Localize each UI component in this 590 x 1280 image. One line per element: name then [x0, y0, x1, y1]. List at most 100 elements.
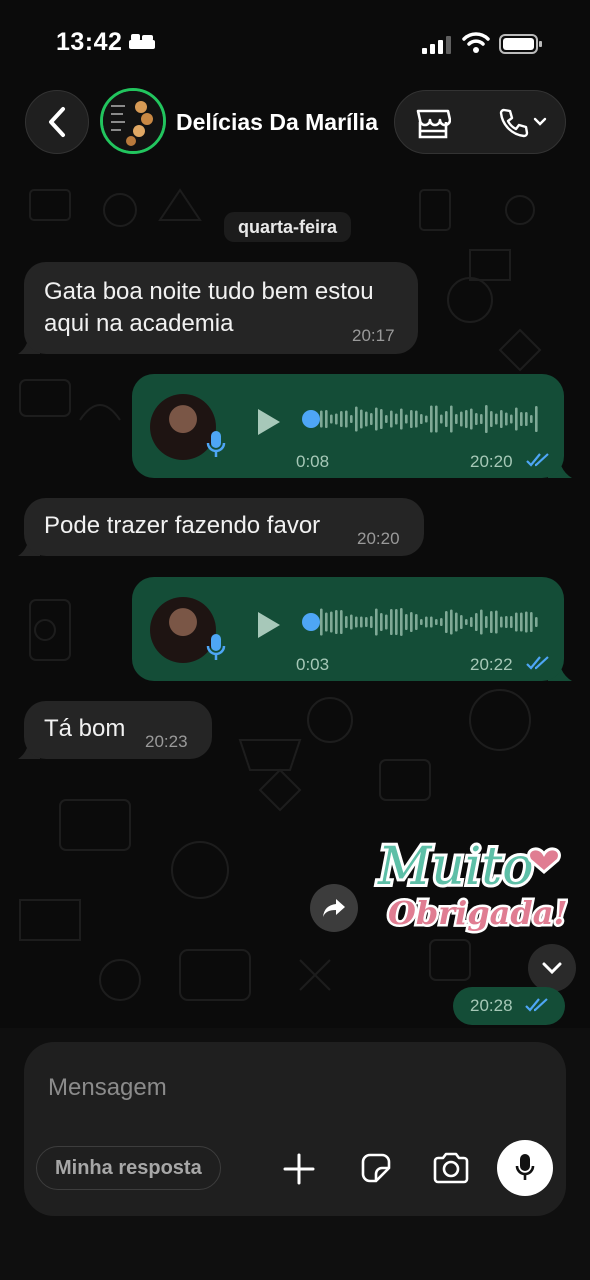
sticker-muito-obrigada[interactable]: Muito Obrigada!: [372, 826, 568, 946]
phone-icon[interactable]: [497, 107, 529, 139]
forward-button[interactable]: [310, 884, 358, 932]
waveform-bar: [525, 412, 528, 426]
chevron-down-icon[interactable]: [533, 117, 547, 127]
playback-position[interactable]: [302, 613, 320, 631]
waveform-bar: [385, 614, 388, 630]
day-separator: quarta-feira: [224, 212, 352, 242]
camera-icon[interactable]: [432, 1152, 470, 1184]
message-incoming[interactable]: Gata boa noite tudo bem estou aqui na ac…: [24, 262, 418, 354]
quick-reply-button[interactable]: Minha resposta: [36, 1146, 221, 1190]
waveform-bar: [405, 614, 408, 630]
message-incoming[interactable]: Pode trazer fazendo favor 20:20: [24, 498, 424, 556]
waveform-bar: [430, 616, 433, 628]
wifi-icon: [462, 32, 490, 53]
waveform-bar: [345, 616, 348, 628]
mic-icon: [206, 634, 226, 660]
chevron-left-icon: [49, 107, 65, 137]
sticker-word-2: Obrigada!: [388, 894, 568, 932]
voice-duration: 0:08: [296, 452, 330, 471]
back-button[interactable]: [25, 90, 89, 154]
waveform-bar: [460, 411, 463, 427]
waveform-bar: [350, 415, 353, 423]
waveform-bar: [375, 608, 378, 636]
waveform[interactable]: [320, 607, 542, 637]
waveform-bar: [475, 413, 478, 425]
waveform-bar: [500, 410, 503, 428]
header-actions: [394, 90, 566, 154]
status-bar: 13:42: [0, 0, 590, 80]
waveform-bar: [465, 410, 468, 428]
waveform-bar: [440, 414, 443, 424]
waveform-bar: [475, 613, 478, 631]
waveform-bar: [335, 610, 338, 634]
waveform-bar: [405, 414, 408, 424]
message-time: 20:28: [470, 996, 513, 1015]
sticker-icon[interactable]: [360, 1152, 392, 1184]
scroll-to-bottom-button[interactable]: [528, 944, 576, 992]
message-incoming[interactable]: Tá bom 20:23: [24, 701, 212, 759]
waveform-bar: [410, 612, 413, 632]
voice-message-outgoing[interactable]: 0:08 20:20: [132, 374, 564, 478]
contact-avatar[interactable]: [100, 88, 166, 154]
message-time: 20:20: [357, 529, 400, 548]
waveform-bar: [430, 405, 433, 433]
store-icon[interactable]: [415, 107, 451, 139]
waveform-bar: [485, 405, 488, 433]
message-input[interactable]: Mensagem Minha resposta: [24, 1042, 566, 1216]
read-receipt-icon: [525, 998, 548, 1012]
waveform-bar: [380, 409, 383, 429]
waveform-bar: [340, 411, 343, 427]
voice-message-outgoing[interactable]: 0:03 20:22: [132, 577, 564, 681]
waveform-bar: [330, 611, 333, 633]
record-voice-button[interactable]: [497, 1140, 553, 1196]
waveform-bar: [460, 615, 463, 629]
waveform-bar: [380, 613, 383, 631]
waveform-bar: [365, 411, 368, 427]
waveform-bar: [385, 415, 388, 423]
waveform-bar: [375, 407, 378, 431]
waveform-bar: [360, 616, 363, 628]
waveform-bar: [530, 612, 533, 632]
waveform-bar: [365, 617, 368, 627]
waveform-bar: [480, 414, 483, 424]
waveform-bar: [355, 616, 358, 628]
waveform-bar: [410, 410, 413, 428]
waveform-bar: [515, 407, 518, 431]
waveform-bar: [415, 410, 418, 428]
waveform-bar: [470, 617, 473, 627]
waveform-bar: [325, 410, 328, 428]
waveform-bar: [425, 415, 428, 423]
waveform[interactable]: [320, 404, 542, 434]
waveform-bar: [510, 616, 513, 628]
waveform-bar: [420, 619, 423, 625]
waveform-bar: [390, 410, 393, 428]
composer: Mensagem Minha resposta: [0, 1028, 590, 1280]
message-time: 20:17: [352, 326, 395, 345]
waveform-bar: [500, 616, 503, 628]
waveform-bar: [345, 410, 348, 428]
waveform-bar: [370, 413, 373, 425]
waveform-bar: [445, 611, 448, 633]
waveform-bar: [455, 414, 458, 424]
waveform-bar: [525, 611, 528, 633]
waveform-bar: [510, 414, 513, 424]
chat-header: Delícias Da Marília: [0, 80, 590, 170]
waveform-bar: [505, 412, 508, 426]
waveform-bar: [320, 410, 323, 428]
waveform-bar: [370, 616, 373, 628]
contact-name[interactable]: Delícias Da Marília: [176, 109, 378, 136]
message-time: 20:23: [145, 732, 188, 751]
waveform-bar: [360, 409, 363, 429]
play-icon[interactable]: [256, 611, 282, 639]
waveform-bar: [445, 411, 448, 427]
playback-position[interactable]: [302, 410, 320, 428]
waveform-bar: [415, 614, 418, 630]
play-icon[interactable]: [256, 408, 282, 436]
waveform-bar: [530, 415, 533, 423]
waveform-bar: [450, 405, 453, 433]
status-time: 13:42: [56, 28, 123, 56]
mic-icon: [206, 431, 226, 457]
plus-icon[interactable]: [282, 1152, 316, 1186]
waveform-bar: [490, 411, 493, 427]
message-text: Tá bom: [44, 715, 126, 742]
